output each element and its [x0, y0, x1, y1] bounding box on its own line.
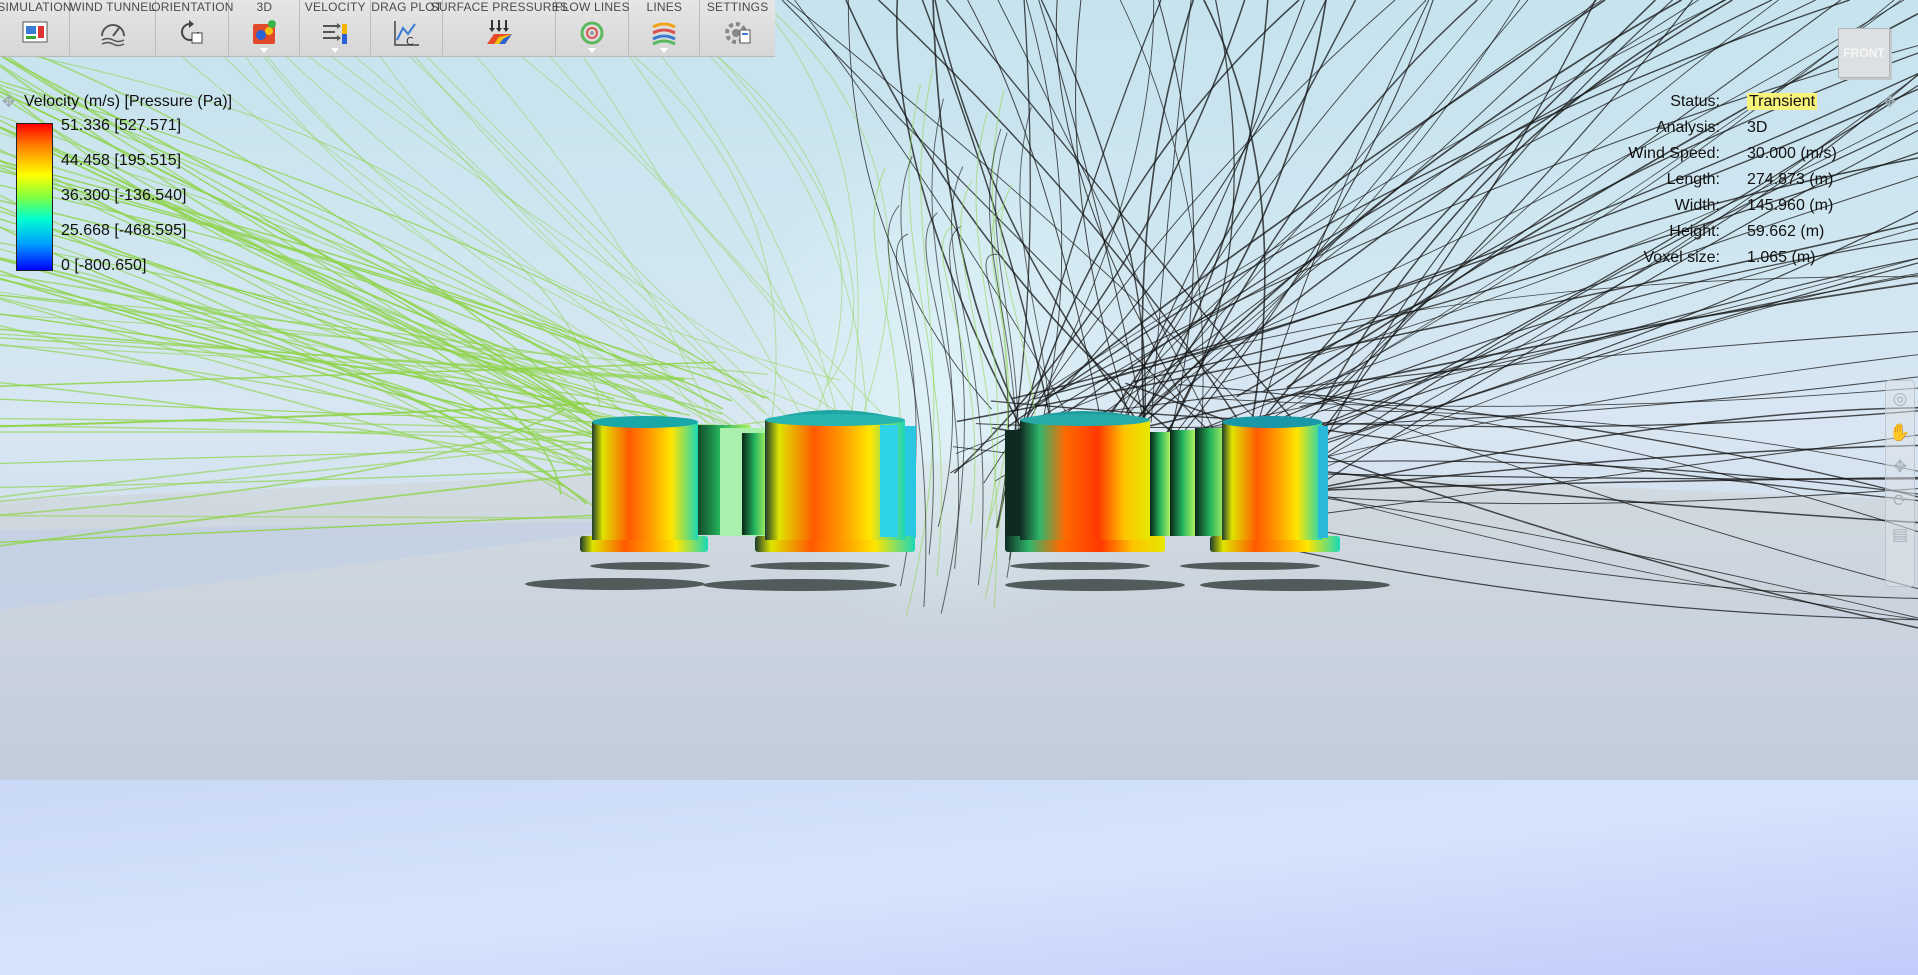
simulation-icon	[22, 21, 47, 43]
status-value: Transient	[1747, 93, 1818, 111]
look-icon[interactable]: ▤	[1888, 523, 1912, 547]
zoom-icon[interactable]: ✥	[1888, 455, 1912, 479]
width-label: Width:	[1674, 197, 1720, 214]
legend-move-handle-icon[interactable]: ✥	[2, 92, 15, 112]
3d-icon	[253, 20, 277, 44]
legend-tick-max: 51.336 [527.571]	[61, 117, 182, 134]
toolbar-velocity[interactable]: VELOCITY	[300, 0, 372, 56]
steering-wheel-icon[interactable]: ◎	[1888, 387, 1912, 411]
status-move-handle-icon[interactable]: ✥	[1883, 92, 1896, 112]
settings-icon	[724, 22, 751, 44]
toolbar-label: FLOW LINES	[555, 0, 630, 14]
legend-tick-2: 44.458 [195.515]	[61, 152, 182, 169]
height-label: Height:	[1669, 223, 1720, 240]
toolbar-simulation[interactable]: SIMULATION	[0, 0, 72, 56]
toolbar-label: 3D	[256, 0, 273, 14]
toolbar-label: ORIENTATION	[151, 0, 234, 14]
length-value: 274.873 (m)	[1747, 171, 1834, 188]
toolbar-wind-tunnel[interactable]: WIND TUNNEL	[70, 0, 157, 56]
velocity-icon	[323, 23, 348, 44]
status-label: Status:	[1670, 93, 1720, 110]
main-toolbar: SIMULATION WIND TUNNEL ORIENTATION 3D VE…	[0, 0, 775, 57]
lines-icon	[652, 22, 677, 46]
toolbar-flow-lines[interactable]: FLOW LINES	[555, 0, 630, 56]
toolbar-label: SETTINGS	[706, 0, 769, 14]
analysis-value: 3D	[1747, 119, 1768, 136]
legend-tick-3: 36.300 [-136.540]	[61, 187, 187, 204]
voxel-size-value: 1.065 (m)	[1747, 249, 1816, 266]
length-label: Length:	[1666, 171, 1720, 188]
pan-hand-icon[interactable]: ✋	[1888, 421, 1912, 445]
streamline	[1321, 409, 1918, 472]
streamline	[0, 126, 562, 495]
streamline	[227, 0, 770, 449]
view-cube[interactable]: FRONT	[1838, 28, 1890, 78]
status-highlight: Transient	[1747, 93, 1818, 110]
streamline	[0, 159, 626, 487]
streamline	[1214, 238, 1918, 449]
voxel-size-label: Voxel size:	[1643, 249, 1720, 266]
drag-plot-icon: C	[394, 21, 419, 48]
wind-speed-label: Wind Speed:	[1628, 145, 1720, 162]
dropdown-arrow-icon	[660, 48, 669, 53]
wind-tunnel-icon	[100, 24, 125, 47]
legend-tick-min: 0 [-800.650]	[61, 257, 147, 274]
surface-pressures-icon	[487, 20, 513, 44]
toolbar-label: SURFACE PRESSURES	[430, 0, 569, 14]
orbit-icon[interactable]: ⟳	[1888, 489, 1912, 513]
dropdown-arrow-icon	[260, 48, 269, 53]
streamline	[1294, 0, 1596, 467]
flow-lines-icon	[580, 21, 604, 45]
toolbar-settings[interactable]: SETTINGS	[700, 0, 775, 56]
streamline	[0, 297, 657, 495]
dropdown-arrow-icon	[331, 48, 340, 53]
toolbar-surface-pressures[interactable]: SURFACE PRESSURES	[431, 0, 568, 56]
toolbar-lines[interactable]: LINES	[629, 0, 701, 56]
legend-tick-4: 25.668 [-468.595]	[61, 222, 187, 239]
legend-color-scale	[16, 123, 53, 271]
toolbar-label: SIMULATION	[0, 0, 72, 14]
height-value: 59.662 (m)	[1747, 223, 1825, 240]
toolbar-3d[interactable]: 3D	[229, 0, 301, 56]
svg-text:C: C	[406, 35, 414, 48]
dropdown-arrow-icon	[588, 48, 597, 53]
streamline	[0, 90, 580, 410]
toolbar-orientation[interactable]: ORIENTATION	[151, 0, 233, 56]
navigation-bar: ◎ ✋ ✥ ⟳ ▤	[1885, 380, 1915, 587]
legend-title: Velocity (m/s) [Pressure (Pa)]	[24, 93, 233, 110]
toolbar-label: VELOCITY	[304, 0, 366, 14]
wind-speed-value: 30.000 (m/s)	[1747, 145, 1837, 162]
toolbar-label: WIND TUNNEL	[70, 0, 156, 14]
orientation-icon	[181, 20, 203, 44]
width-value: 145.960 (m)	[1747, 197, 1834, 214]
analysis-label: Analysis:	[1655, 119, 1720, 136]
toolbar-label: LINES	[646, 0, 683, 14]
